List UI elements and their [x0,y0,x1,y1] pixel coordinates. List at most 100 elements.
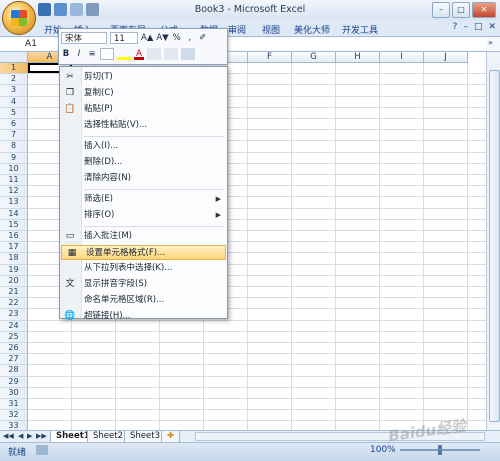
italic-button[interactable]: I [74,48,84,60]
decrease-decimal-icon[interactable] [147,48,161,60]
row-header-19[interactable]: 19 [0,264,28,276]
formula-expand-icon[interactable]: » [488,38,493,47]
zoom-slider[interactable] [400,445,480,455]
row-header-17[interactable]: 17 [0,242,28,254]
tab-review[interactable]: 审阅 [228,23,246,36]
workbook-minimize-button[interactable]: – [463,22,468,32]
office-button[interactable] [2,1,36,35]
row-header-15[interactable]: 15 [0,219,28,231]
row-header-21[interactable]: 21 [0,287,28,299]
merge-cells-icon[interactable] [181,48,195,60]
menu-item-17[interactable]: 🌐 超链接(H)... [60,309,227,324]
column-header-j[interactable]: J [424,52,468,63]
menu-item-3[interactable]: 选择性粘贴(V)... [60,118,227,133]
menu-item-label: 粘贴(P) [84,104,113,114]
row-header-2[interactable]: 2 [0,74,28,86]
prev-sheet-icon[interactable]: ◀ [18,432,23,440]
font-size-select[interactable]: 11 [110,32,138,44]
row-header-27[interactable]: 27 [0,354,28,366]
row-header-29[interactable]: 29 [0,376,28,388]
close-button[interactable]: ✕ [472,2,496,18]
format-painter-icon[interactable]: ✐ [198,32,208,44]
menu-item-14[interactable]: 从下拉列表中选择(K)... [60,261,227,276]
column-header-i[interactable]: I [380,52,424,63]
macro-record-icon[interactable] [36,445,48,455]
row-header-26[interactable]: 26 [0,343,28,355]
zoom-level[interactable]: 100% [370,445,396,455]
menu-item-2[interactable]: 📋 粘贴(P) [60,102,227,117]
menu-item-10[interactable]: 排序(O) ▶ [60,208,227,223]
row-gridline [28,342,488,343]
row-header-10[interactable]: 10 [0,163,28,175]
menu-item-1[interactable]: ❐ 复制(C) [60,86,227,101]
font-color-button[interactable]: A [134,48,144,60]
menu-item-9[interactable]: 筛选(E) ▶ [60,192,227,207]
tab-beautify-master[interactable]: 美化大师 [294,23,330,36]
row-header-20[interactable]: 20 [0,275,28,287]
row-header-14[interactable]: 14 [0,208,28,220]
last-sheet-icon[interactable]: ▶▶ [36,432,47,440]
grow-font-button[interactable]: A▲ [141,32,153,44]
menu-item-13[interactable]: ▦ 设置单元格格式(F)... [61,245,226,260]
row-header-32[interactable]: 32 [0,410,28,422]
vertical-scroll-thumb[interactable] [489,70,500,422]
workbook-restore-button[interactable]: □ [474,22,483,32]
shrink-font-button[interactable]: A▼ [156,32,168,44]
office-logo-icon [11,10,27,26]
menu-item-15[interactable]: 文显示拼音字段(S) [60,277,227,292]
menu-item-12[interactable]: ▭ 插入批注(M) [60,229,227,244]
font-name-select[interactable]: 宋体 [61,32,107,44]
row-header-25[interactable]: 25 [0,331,28,343]
row-header-24[interactable]: 24 [0,320,28,332]
row-header-13[interactable]: 13 [0,197,28,209]
borders-icon[interactable] [100,48,114,60]
column-header-h[interactable]: H [336,52,380,63]
row-header-11[interactable]: 11 [0,175,28,187]
help-icon[interactable]: ? [453,22,458,32]
row-header-5[interactable]: 5 [0,107,28,119]
align-center-button[interactable]: ≡ [87,48,97,60]
row-header-18[interactable]: 18 [0,253,28,265]
row-header-33[interactable]: 33 [0,421,28,430]
row-gridline [28,375,488,377]
row-header-16[interactable]: 16 [0,231,28,243]
row-header-6[interactable]: 6 [0,119,28,131]
menu-item-16[interactable]: 命名单元格区域(R)... [60,293,227,308]
fill-color-icon[interactable] [117,48,131,60]
row-header-22[interactable]: 22 [0,298,28,310]
menu-item-7[interactable]: 清除内容(N) [60,171,227,186]
row-header-1[interactable]: 1 [0,63,28,75]
row-header-9[interactable]: 9 [0,152,28,164]
percent-button[interactable]: % [172,32,182,44]
paste-icon: 📋 [64,104,76,114]
menu-item-5[interactable]: 插入(I)... [60,139,227,154]
row-header-12[interactable]: 12 [0,186,28,198]
tab-view[interactable]: 视图 [262,23,280,36]
column-header-g[interactable]: G [292,52,336,63]
tab-developer[interactable]: 开发工具 [342,23,378,36]
vertical-scrollbar[interactable] [486,52,500,430]
workbook-close-button[interactable]: ✕ [488,22,496,32]
comma-button[interactable]: , [185,32,195,44]
row-header-31[interactable]: 31 [0,399,28,411]
row-header-4[interactable]: 4 [0,96,28,108]
status-ready: 就绪 [8,448,27,458]
select-all-corner[interactable] [0,52,28,63]
maximize-button[interactable]: □ [452,2,470,18]
column-header-f[interactable]: F [248,52,292,63]
row-header-7[interactable]: 7 [0,130,28,142]
minimize-button[interactable]: – [432,2,450,18]
row-header-28[interactable]: 28 [0,365,28,377]
row-gridline [28,386,488,388]
name-box[interactable]: A1 [0,38,63,50]
row-header-3[interactable]: 3 [0,85,28,97]
menu-item-6[interactable]: 删除(D)... [60,155,227,170]
row-header-8[interactable]: 8 [0,141,28,153]
row-header-30[interactable]: 30 [0,387,28,399]
row-header-23[interactable]: 23 [0,309,28,321]
menu-item-0[interactable]: ✂ 剪切(T) [60,70,227,85]
increase-decimal-icon[interactable] [164,48,178,60]
next-sheet-icon[interactable]: ▶ [27,432,32,440]
bold-button[interactable]: B [61,48,71,60]
first-sheet-icon[interactable]: ◀◀ [3,432,14,440]
